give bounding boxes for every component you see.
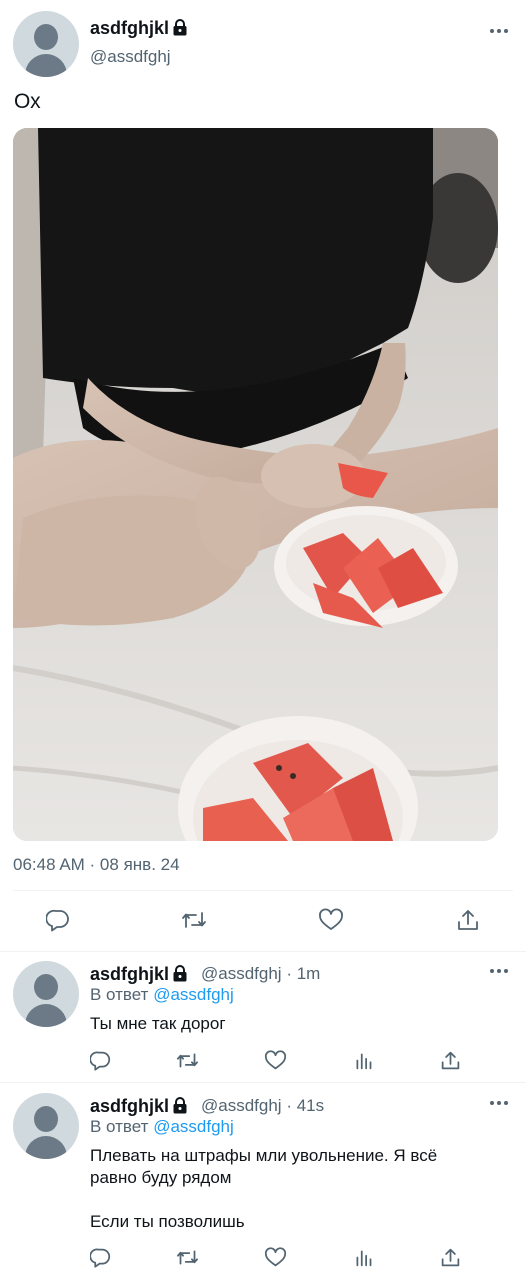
analytics-button[interactable]	[351, 1048, 375, 1072]
tweet-timestamp[interactable]: 06:48 AM · 08 янв. 24	[13, 855, 180, 875]
reply-text: Плевать на штрафы мли увольнение. Я всё …	[90, 1146, 438, 1231]
mention-link[interactable]: @assdfghj	[153, 1117, 234, 1136]
lock-icon	[173, 1097, 187, 1114]
display-name[interactable]: asdfghjkl	[90, 964, 188, 985]
like-icon	[264, 1246, 286, 1266]
analytics-icon	[356, 1053, 371, 1069]
share-button[interactable]	[453, 905, 483, 935]
mention-link[interactable]: @assdfghj	[153, 985, 234, 1004]
tweet-photo[interactable]	[13, 128, 498, 841]
share-icon	[458, 910, 478, 930]
share-icon	[441, 1051, 459, 1069]
retweet-button[interactable]	[175, 1245, 199, 1269]
reply-button[interactable]	[43, 905, 73, 935]
avatar[interactable]	[13, 11, 79, 77]
retweet-icon	[182, 912, 206, 928]
like-button[interactable]	[263, 1245, 287, 1269]
photo-illustration	[13, 128, 498, 841]
more-options-icon[interactable]	[490, 29, 508, 35]
avatar[interactable]	[13, 1093, 79, 1159]
like-button[interactable]	[316, 905, 346, 935]
reply-icon	[89, 1051, 110, 1071]
like-button[interactable]	[263, 1048, 287, 1072]
reply-text: Ты мне так дорог	[90, 1014, 226, 1033]
display-name[interactable]: asdfghjkl	[90, 1096, 188, 1117]
lock-icon	[173, 19, 187, 36]
share-button[interactable]	[438, 1245, 462, 1269]
replying-to: В ответ @assdfghj	[90, 1117, 234, 1136]
retweet-icon	[176, 1250, 198, 1264]
divider	[0, 951, 526, 952]
like-icon	[319, 908, 343, 930]
analytics-icon	[356, 1250, 371, 1266]
share-icon	[441, 1248, 459, 1266]
reply-button[interactable]	[88, 1048, 112, 1072]
more-options-icon[interactable]	[490, 1101, 508, 1107]
replying-to: В ответ @assdfghj	[90, 985, 234, 1004]
handle[interactable]: @assdfghj	[90, 47, 171, 67]
retweet-button[interactable]	[179, 905, 209, 935]
lock-icon	[173, 965, 187, 982]
retweet-button[interactable]	[175, 1048, 199, 1072]
display-name[interactable]: asdfghjkl	[90, 18, 188, 39]
divider	[0, 1082, 526, 1083]
reply-button[interactable]	[88, 1245, 112, 1269]
like-icon	[264, 1049, 286, 1069]
handle-time[interactable]: @assdfghj · 41s	[201, 1096, 324, 1116]
reply-icon	[89, 1248, 110, 1268]
divider	[13, 890, 513, 891]
avatar[interactable]	[13, 961, 79, 1027]
handle-time[interactable]: @assdfghj · 1m	[201, 964, 320, 984]
tweet-text: Ох	[14, 90, 41, 113]
more-options-icon[interactable]	[490, 969, 508, 975]
share-button[interactable]	[438, 1048, 462, 1072]
retweet-icon	[176, 1053, 198, 1067]
reply-icon	[46, 909, 69, 932]
analytics-button[interactable]	[351, 1245, 375, 1269]
